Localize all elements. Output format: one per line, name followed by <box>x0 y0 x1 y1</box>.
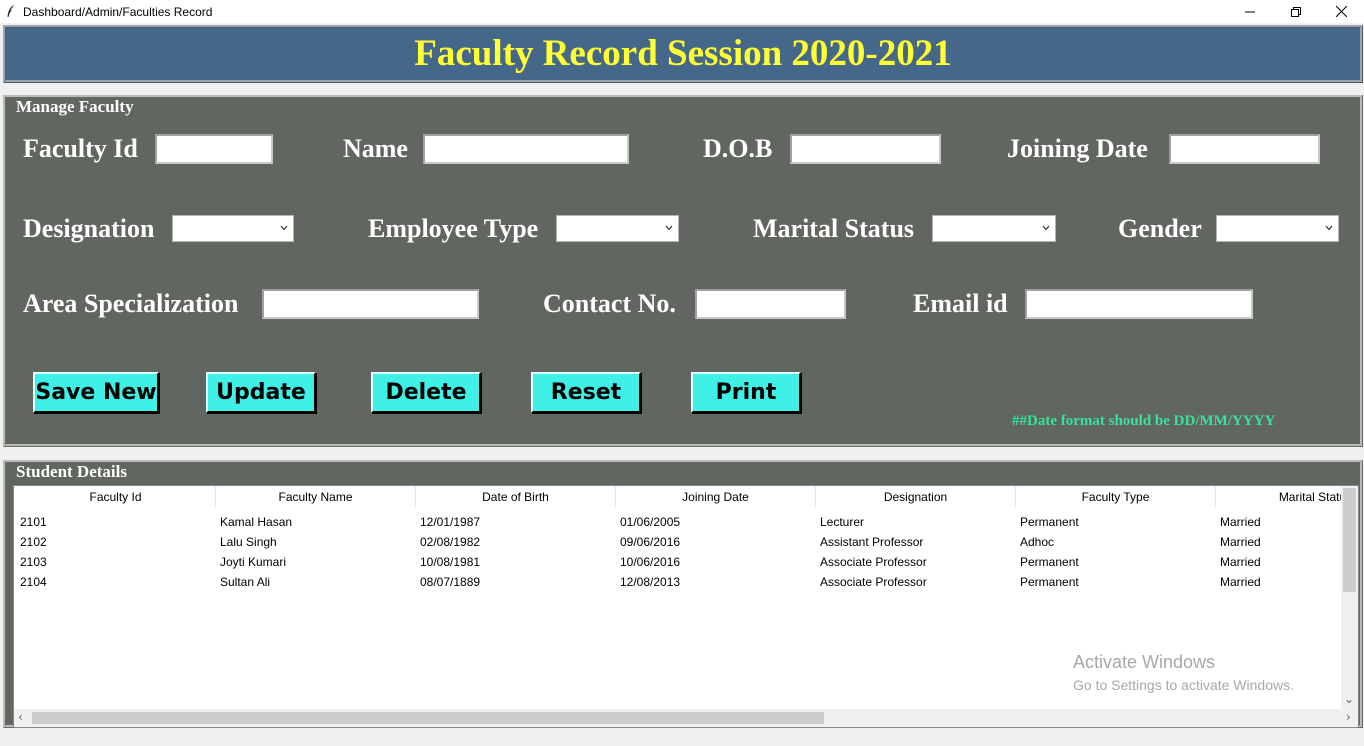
column-header-designation[interactable]: Designation <box>816 486 1016 508</box>
cell-designation: Associate Professor <box>820 555 927 569</box>
close-icon <box>1335 6 1347 17</box>
cell-faculty-type: Adhoc <box>1020 535 1055 549</box>
cell-date-of-birth: 08/07/1889 <box>420 575 481 589</box>
joining-date-label: Joining Date <box>1007 134 1148 163</box>
feather-icon <box>7 5 14 17</box>
marital-status-label: Marital Status <box>753 214 915 243</box>
restore-button[interactable] <box>1273 0 1319 23</box>
name-label: Name <box>343 134 408 163</box>
save-new-button[interactable]: Save New <box>33 372 159 413</box>
marital-status-select[interactable] <box>932 215 1056 242</box>
cell-marital-status: Married <box>1220 575 1261 589</box>
column-header-faculty-name[interactable]: Faculty Name <box>216 486 416 508</box>
vertical-scroll-thumb[interactable] <box>1343 488 1356 592</box>
activate-windows-subtext: Go to Settings to activate Windows. <box>1073 677 1294 693</box>
contact-no-input[interactable] <box>695 289 846 319</box>
cell-designation: Assistant Professor <box>820 535 924 549</box>
cell-faculty-name: Joyti Kumari <box>220 555 287 569</box>
page-title: Faculty Record Session 2020-2021 <box>414 33 952 74</box>
table-row[interactable]: 2102 Lalu Singh 02/08/1982 09/06/2016 As… <box>16 532 1358 552</box>
cell-date-of-birth: 10/08/1981 <box>420 555 481 569</box>
column-header-joining-date[interactable]: Joining Date <box>616 486 816 508</box>
vertical-scrollbar[interactable]: ⌄ <box>1341 486 1358 710</box>
name-input[interactable] <box>423 134 629 164</box>
scroll-down-arrow-icon[interactable]: ⌄ <box>1344 692 1354 706</box>
table-row[interactable]: 2103 Joyti Kumari 10/08/1981 10/06/2016 … <box>16 552 1358 572</box>
cell-marital-status: Married <box>1220 555 1261 569</box>
cell-faculty-id: 2102 <box>20 535 47 549</box>
cell-date-of-birth: 02/08/1982 <box>420 535 481 549</box>
cell-faculty-name: Lalu Singh <box>220 535 277 549</box>
scroll-right-arrow-icon[interactable]: › <box>1346 710 1351 724</box>
window-title: Dashboard/Admin/Faculties Record <box>23 5 213 19</box>
cell-date-of-birth: 12/01/1987 <box>420 515 481 529</box>
horizontal-scrollbar[interactable]: ‹ › <box>14 709 1358 727</box>
employee-type-label: Employee Type <box>368 214 539 243</box>
faculty-id-input[interactable] <box>155 134 273 164</box>
cell-faculty-id: 2101 <box>20 515 47 529</box>
table-body: 2101 Kamal Hasan 12/01/1987 01/06/2005 L… <box>16 512 1358 592</box>
print-button[interactable]: Print <box>691 372 801 413</box>
activate-windows-watermark: Activate Windows <box>1073 652 1216 672</box>
dob-input[interactable] <box>790 134 941 164</box>
gender-select[interactable] <box>1216 215 1339 242</box>
student-details-legend: Student Details <box>14 462 129 481</box>
cell-faculty-id: 2103 <box>20 555 47 569</box>
reset-button[interactable]: Reset <box>531 372 641 413</box>
chevron-down-icon <box>665 225 673 231</box>
close-button[interactable] <box>1318 0 1364 23</box>
cell-marital-status: Married <box>1220 535 1261 549</box>
designation-label: Designation <box>23 214 155 243</box>
date-format-note: ##Date format should be DD/MM/YYYY <box>1012 413 1276 429</box>
contact-no-label: Contact No. <box>543 289 676 318</box>
cell-faculty-name: Sultan Ali <box>220 575 271 589</box>
table-row[interactable]: 2101 Kamal Hasan 12/01/1987 01/06/2005 L… <box>16 512 1358 532</box>
cell-joining-date: 09/06/2016 <box>620 535 681 549</box>
faculty-id-label: Faculty Id <box>23 134 138 163</box>
column-header-faculty-id[interactable]: Faculty Id <box>16 486 216 508</box>
cell-joining-date: 10/06/2016 <box>620 555 681 569</box>
horizontal-scroll-thumb[interactable] <box>32 712 824 724</box>
update-button[interactable]: Update <box>206 372 316 413</box>
restore-icon <box>1291 6 1301 17</box>
employee-type-select[interactable] <box>556 215 679 242</box>
area-specialization-label: Area Specialization <box>23 289 239 318</box>
column-header-marital-status[interactable]: Marital Status <box>1216 486 1358 508</box>
cell-faculty-id: 2104 <box>20 575 47 589</box>
email-id-input[interactable] <box>1025 289 1253 319</box>
cell-designation: Associate Professor <box>820 575 927 589</box>
chevron-down-icon <box>280 225 288 231</box>
gender-label: Gender <box>1118 214 1202 243</box>
cell-joining-date: 12/08/2013 <box>620 575 681 589</box>
area-specialization-input[interactable] <box>262 289 479 319</box>
header-banner: Faculty Record Session 2020-2021 <box>3 25 1363 83</box>
table-row[interactable]: 2104 Sultan Ali 08/07/1889 12/08/2013 As… <box>16 572 1358 592</box>
delete-button[interactable]: Delete <box>371 372 481 413</box>
cell-faculty-type: Permanent <box>1020 515 1079 529</box>
cell-designation: Lecturer <box>820 515 865 529</box>
joining-date-input[interactable] <box>1169 134 1320 164</box>
email-id-label: Email id <box>913 289 1008 318</box>
cell-faculty-type: Permanent <box>1020 555 1079 569</box>
chevron-down-icon <box>1042 225 1050 231</box>
minimize-button[interactable] <box>1227 0 1273 23</box>
scroll-left-arrow-icon[interactable]: ‹ <box>18 710 23 724</box>
table-header: Faculty Id Faculty Name Date of Birth Jo… <box>16 486 1358 508</box>
window-titlebar: Dashboard/Admin/Faculties Record <box>0 0 1364 23</box>
manage-faculty-legend: Manage Faculty <box>14 97 136 116</box>
cell-marital-status: Married <box>1220 515 1261 529</box>
column-header-date-of-birth[interactable]: Date of Birth <box>416 486 616 508</box>
cell-faculty-type: Permanent <box>1020 575 1079 589</box>
column-header-faculty-type[interactable]: Faculty Type <box>1016 486 1216 508</box>
cell-joining-date: 01/06/2005 <box>620 515 681 529</box>
manage-faculty-frame: Manage Faculty Faculty Id Name D.O.B Joi… <box>3 95 1363 447</box>
dob-label: D.O.B <box>703 134 773 163</box>
minimize-icon <box>1245 11 1255 12</box>
designation-select[interactable] <box>172 215 294 242</box>
chevron-down-icon <box>1325 225 1333 231</box>
cell-faculty-name: Kamal Hasan <box>220 515 293 529</box>
